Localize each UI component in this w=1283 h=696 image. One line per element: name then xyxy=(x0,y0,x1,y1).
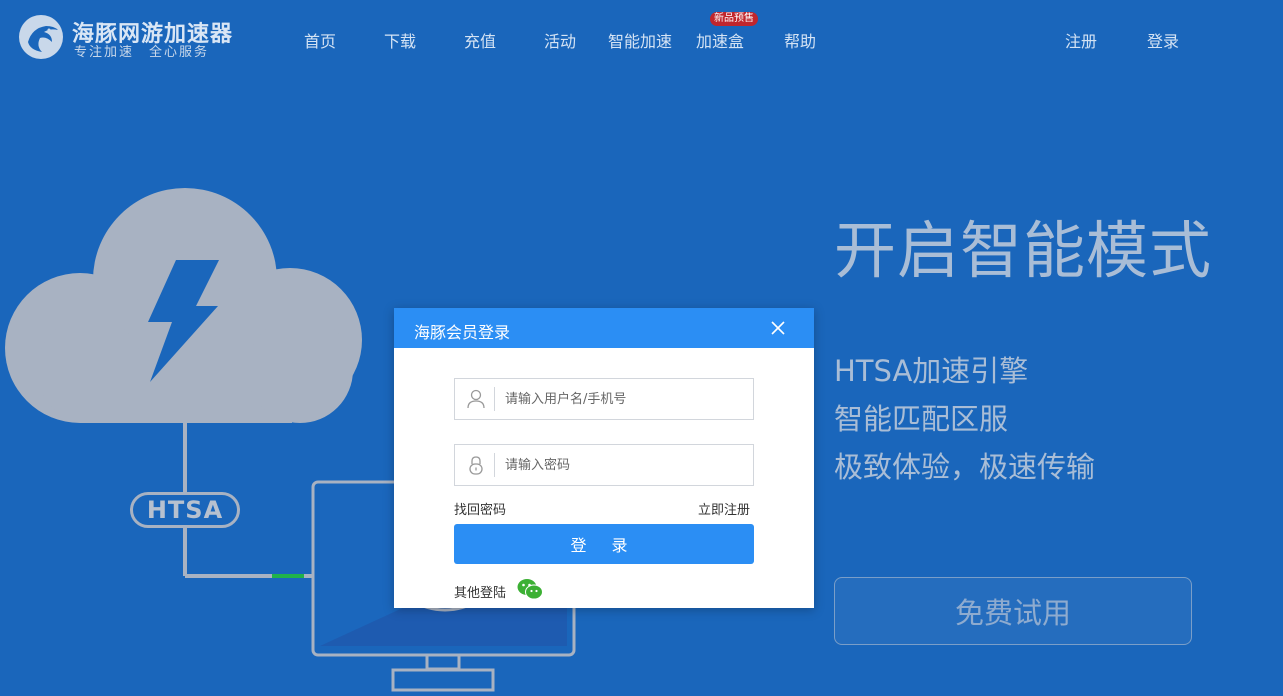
feature-htsa: HTSA加速引擎 xyxy=(834,354,1029,388)
field-separator xyxy=(494,387,495,411)
user-icon xyxy=(467,389,485,409)
nav-smart-accel[interactable]: 智能加速 xyxy=(608,28,672,52)
login-modal: 海豚会员登录 找回密码 立即注册 登 录 其他登陆 xyxy=(394,308,814,608)
brand-logo[interactable]: 海豚网游加速器 专注加速 全心服务 xyxy=(18,14,238,60)
nav-accel-box[interactable]: 加速盒 xyxy=(696,28,744,52)
modal-title: 海豚会员登录 xyxy=(414,323,511,342)
nav-activity[interactable]: 活动 xyxy=(544,28,576,52)
nav-login[interactable]: 登录 xyxy=(1147,28,1179,52)
nav-help[interactable]: 帮助 xyxy=(784,28,816,52)
dolphin-logo-icon xyxy=(19,15,63,59)
feature-experience: 极致体验，极速传输 xyxy=(834,450,1096,484)
username-input[interactable] xyxy=(505,387,745,411)
login-button[interactable]: 登 录 xyxy=(454,524,754,564)
hero-title: 开启智能模式 xyxy=(834,214,1213,287)
other-login-label: 其他登陆 xyxy=(454,586,507,601)
lock-icon xyxy=(469,456,483,475)
forgot-password-link[interactable]: 找回密码 xyxy=(454,499,506,518)
nav-recharge[interactable]: 充值 xyxy=(464,28,496,52)
nav-home[interactable]: 首页 xyxy=(304,28,336,52)
nav-register[interactable]: 注册 xyxy=(1065,28,1097,52)
new-presale-badge: 新品预售 xyxy=(710,12,758,26)
modal-header: 海豚会员登录 xyxy=(394,308,814,348)
close-icon[interactable] xyxy=(768,318,788,338)
feature-match: 智能匹配区服 xyxy=(834,402,1009,436)
password-input[interactable] xyxy=(505,453,745,477)
nav-download[interactable]: 下载 xyxy=(384,28,416,52)
username-field xyxy=(454,378,754,420)
register-now-link[interactable]: 立即注册 xyxy=(698,499,750,518)
htsa-label: HTSA xyxy=(130,492,240,528)
free-trial-button[interactable]: 免费试用 xyxy=(834,577,1192,645)
wechat-icon[interactable] xyxy=(517,578,543,600)
password-field xyxy=(454,444,754,486)
field-separator xyxy=(494,453,495,477)
brand-slogan: 专注加速 全心服务 xyxy=(74,45,210,60)
